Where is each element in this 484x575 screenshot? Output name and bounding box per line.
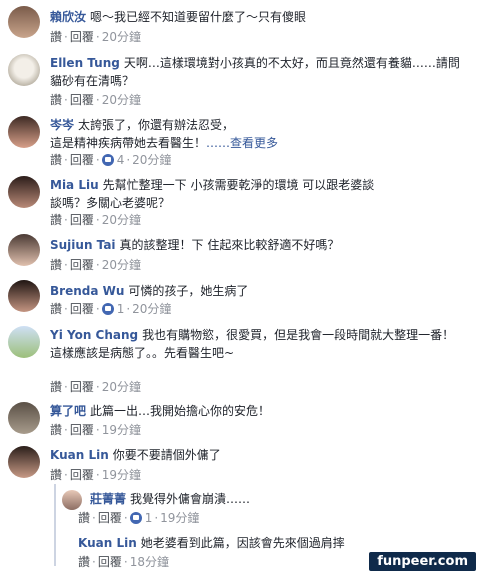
avatar[interactable] xyxy=(8,402,40,434)
comment-text: 你要不要請個外傭了 xyxy=(112,448,221,462)
separator: · xyxy=(95,468,100,482)
like-link[interactable]: 讚 xyxy=(50,468,62,482)
timestamp[interactable]: 19分鐘 xyxy=(160,511,199,525)
commenter-name[interactable]: Kuan Lin xyxy=(50,448,109,462)
separator: · xyxy=(95,93,100,107)
timestamp[interactable]: 20分鐘 xyxy=(132,153,171,167)
like-reaction-icon[interactable] xyxy=(101,303,114,315)
timestamp[interactable]: 18分鐘 xyxy=(130,555,169,569)
timestamp[interactable]: 20分鐘 xyxy=(102,213,141,227)
comment-text: 太誇張了，你還有辦法忍受， xyxy=(78,118,235,132)
comment-text: 嗯～我已經不知道要留什麼了～只有傻眼 xyxy=(90,10,307,24)
avatar[interactable] xyxy=(8,176,40,208)
commenter-name[interactable]: Yi Yon Chang xyxy=(50,328,138,342)
timestamp[interactable]: 19分鐘 xyxy=(102,423,141,437)
reply-link[interactable]: 回覆 xyxy=(70,30,94,44)
commenter-name[interactable]: Mia Liu xyxy=(50,178,99,192)
like-link[interactable]: 讚 xyxy=(50,93,62,107)
separator: · xyxy=(64,93,68,107)
replier-name[interactable]: Kuan Lin xyxy=(78,536,137,550)
separator: · xyxy=(95,213,100,227)
comment-text-line2: 這是精神疾病帶她去看醫生！ xyxy=(50,136,207,150)
like-link[interactable]: 讚 xyxy=(78,511,90,525)
reply-text: 我覺得外傭會崩潰…… xyxy=(130,492,251,506)
separator: · xyxy=(95,258,100,272)
separator: · xyxy=(95,302,100,316)
separator: · xyxy=(64,423,68,437)
timestamp[interactable]: 20分鐘 xyxy=(102,380,141,394)
like-link[interactable]: 讚 xyxy=(50,380,62,394)
like-reaction-icon[interactable] xyxy=(101,154,114,166)
like-reaction-icon[interactable] xyxy=(129,512,142,524)
commenter-name[interactable]: Ellen Tung xyxy=(50,56,120,70)
avatar[interactable] xyxy=(8,54,40,86)
like-link[interactable]: 讚 xyxy=(50,153,62,167)
commenter-name[interactable]: Sujiun Tai xyxy=(50,238,116,252)
separator: · xyxy=(64,468,68,482)
timestamp[interactable]: 20分鐘 xyxy=(102,258,141,272)
reply-link[interactable]: 回覆 xyxy=(98,555,122,569)
reply-text: 她老婆看到此篇，因該會先來個過肩摔 xyxy=(140,536,345,550)
separator: · xyxy=(64,302,68,316)
separator: · xyxy=(64,30,68,44)
avatar[interactable] xyxy=(8,116,40,148)
commenter-name[interactable]: 岑岑 xyxy=(50,118,74,132)
like-link[interactable]: 讚 xyxy=(50,302,62,316)
reply-link[interactable]: 回覆 xyxy=(70,153,94,167)
like-link[interactable]: 讚 xyxy=(50,258,62,272)
like-link[interactable]: 讚 xyxy=(50,213,62,227)
reply-link[interactable]: 回覆 xyxy=(70,258,94,272)
like-link[interactable]: 讚 xyxy=(50,30,62,44)
like-count[interactable]: 1 xyxy=(117,302,125,316)
like-link[interactable]: 讚 xyxy=(78,555,90,569)
comment-text-line2: 這樣應該是病態了。。先看醫生吧~ xyxy=(50,346,235,360)
reply-link[interactable]: 回覆 xyxy=(70,423,94,437)
commenter-name[interactable]: 賴欣汝 xyxy=(50,10,86,24)
avatar[interactable] xyxy=(8,234,40,266)
avatar[interactable] xyxy=(8,446,40,478)
avatar[interactable] xyxy=(62,490,82,510)
avatar[interactable] xyxy=(8,6,40,38)
commenter-name[interactable]: 算了吧 xyxy=(50,404,86,418)
reply-link[interactable]: 回覆 xyxy=(70,213,94,227)
separator: · xyxy=(123,511,128,525)
separator: · xyxy=(123,555,128,569)
separator: · xyxy=(95,30,100,44)
avatar[interactable] xyxy=(8,280,40,312)
separator: · xyxy=(64,213,68,227)
separator: · xyxy=(92,555,96,569)
reply-thread-bar xyxy=(54,484,56,566)
separator: · xyxy=(126,302,131,316)
comment-text: 可憐的孩子，她生病了 xyxy=(128,284,249,298)
replier-name[interactable]: 莊菁菁 xyxy=(90,492,126,506)
reply-link[interactable]: 回覆 xyxy=(70,302,94,316)
separator: · xyxy=(64,153,68,167)
watermark: funpeer.com xyxy=(369,552,476,571)
separator: · xyxy=(154,511,159,525)
separator: · xyxy=(95,423,100,437)
commenter-name[interactable]: Brenda Wu xyxy=(50,284,124,298)
reply-link[interactable]: 回覆 xyxy=(70,380,94,394)
separator: · xyxy=(64,258,68,272)
reply-link[interactable]: 回覆 xyxy=(98,511,122,525)
timestamp[interactable]: 19分鐘 xyxy=(102,468,141,482)
like-link[interactable]: 讚 xyxy=(50,423,62,437)
separator: · xyxy=(64,380,68,394)
timestamp[interactable]: 20分鐘 xyxy=(132,302,171,316)
comment-text: 真的該整理！下 住起來比較舒適不好嗎？ xyxy=(119,238,340,252)
separator: · xyxy=(92,511,96,525)
separator: · xyxy=(95,380,100,394)
separator: · xyxy=(126,153,131,167)
avatar[interactable] xyxy=(8,326,40,358)
timestamp[interactable]: 20分鐘 xyxy=(102,93,141,107)
like-count[interactable]: 1 xyxy=(145,511,153,525)
timestamp[interactable]: 20分鐘 xyxy=(102,30,141,44)
like-count[interactable]: 4 xyxy=(117,153,125,167)
comment-text: 此篇一出…我開始擔心你的安危！ xyxy=(90,404,271,418)
comment-text: 我也有購物慾，很愛買，但是我會一段時間就大整理一番！ xyxy=(142,328,455,342)
reply-link[interactable]: 回覆 xyxy=(70,93,94,107)
see-more-link[interactable]: ……查看更多 xyxy=(206,136,278,150)
separator: · xyxy=(95,153,100,167)
reply-link[interactable]: 回覆 xyxy=(70,468,94,482)
